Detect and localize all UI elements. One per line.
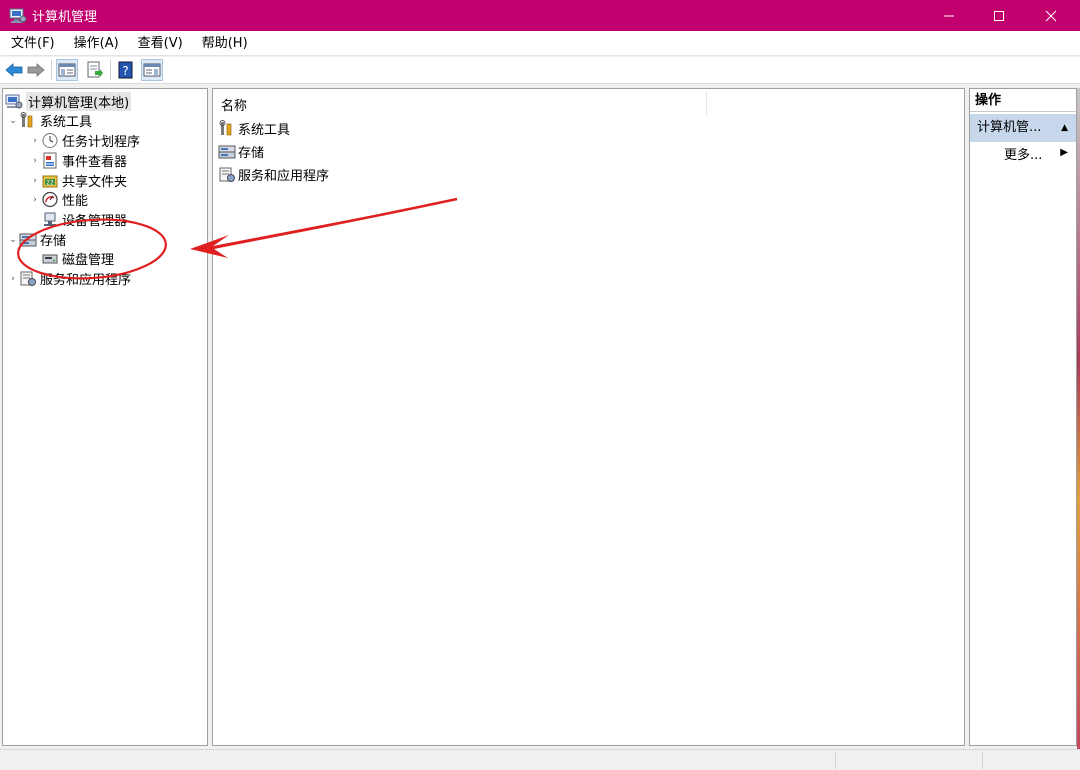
export-list-icon	[87, 61, 103, 78]
storage-icon	[218, 143, 236, 160]
tree-item-event-viewer[interactable]: › 事件查看器	[29, 151, 127, 170]
name-column-header[interactable]: 名称	[221, 95, 247, 114]
minimize-button[interactable]	[926, 0, 972, 31]
toolbar-separator	[51, 60, 52, 80]
maximize-button[interactable]	[976, 0, 1022, 31]
shared-folder-icon: 22	[41, 172, 59, 189]
storage-icon	[19, 231, 37, 248]
tree-pane[interactable]: 计算机管理(本地) ⌄ 系统工具 › 任务计划程序 › 事件查看器 › 22 共…	[2, 88, 208, 746]
device-manager-icon	[41, 211, 59, 228]
menu-view[interactable]: 查看(V)	[127, 31, 191, 56]
submenu-arrow-icon: ▶	[1060, 147, 1068, 158]
tree-item-performance[interactable]: › 性能	[29, 190, 88, 209]
chevron-right-icon[interactable]: ›	[29, 195, 41, 205]
tree-root[interactable]: 计算机管理(本地)	[5, 92, 132, 111]
computer-management-icon	[5, 93, 23, 110]
system-tools-icon	[218, 119, 236, 137]
more-actions-item[interactable]: 更多...	[1004, 146, 1042, 166]
menu-help[interactable]: 帮助(H)	[191, 31, 256, 56]
tree-item-services-applications[interactable]: › 服务和应用程序	[7, 269, 131, 288]
tree-item-label: 服务和应用程序	[40, 273, 132, 288]
disk-management-icon	[41, 250, 59, 267]
chevron-right-icon[interactable]: ›	[7, 274, 19, 284]
event-viewer-icon	[41, 152, 59, 169]
show-hide-tree-button[interactable]	[56, 59, 78, 81]
svg-text:?: ?	[122, 64, 128, 78]
tree-item-label: 计算机管理(本地)	[26, 92, 132, 111]
actions-pane: 操作 计算机管... ▲ 更多... ▶	[969, 88, 1077, 746]
properties-icon	[143, 63, 161, 77]
status-divider	[982, 752, 983, 769]
window-title: 计算机管理	[32, 10, 98, 25]
svg-text:22: 22	[46, 180, 54, 187]
list-item-label: 服务和应用程序	[238, 168, 330, 184]
actions-header: 操作	[970, 89, 1076, 112]
help-icon: ?	[118, 61, 133, 79]
tree-item-label: 存储	[40, 234, 67, 249]
tree-item-label: 性能	[62, 194, 89, 209]
forward-icon	[27, 63, 45, 77]
services-applications-icon	[218, 166, 236, 183]
close-icon	[1045, 10, 1057, 21]
tree-item-task-scheduler[interactable]: › 任务计划程序	[29, 131, 140, 150]
list-item[interactable]: 系统工具	[218, 118, 290, 138]
tree-item-label: 设备管理器	[62, 214, 128, 229]
tree-item-shared-folders[interactable]: › 22 共享文件夹	[29, 171, 127, 190]
forward-button[interactable]	[25, 59, 47, 81]
tree-item-label: 任务计划程序	[62, 135, 141, 150]
maximize-icon	[994, 10, 1004, 21]
tree-item-label: 系统工具	[40, 115, 93, 130]
chevron-right-icon[interactable]: ›	[29, 176, 41, 186]
help-button[interactable]: ?	[115, 59, 137, 81]
performance-icon	[41, 191, 59, 208]
back-button[interactable]	[3, 59, 25, 81]
back-icon	[5, 63, 23, 77]
actions-section-label: 计算机管...	[977, 120, 1042, 135]
chevron-right-icon[interactable]: ›	[29, 156, 41, 166]
tree-item-label: 共享文件夹	[62, 175, 128, 190]
system-tools-icon	[19, 112, 37, 129]
list-item[interactable]: 服务和应用程序	[218, 164, 329, 184]
tree-item-system-tools[interactable]: ⌄ 系统工具	[7, 111, 92, 130]
title-bar[interactable]: 计算机管理	[0, 0, 1080, 31]
properties-button[interactable]	[141, 59, 163, 81]
status-bar	[0, 749, 1080, 770]
list-item[interactable]: 存储	[218, 141, 264, 161]
list-item-label: 存储	[238, 145, 265, 161]
chevron-down-icon[interactable]: ⌄	[7, 235, 19, 245]
minimize-icon	[944, 15, 954, 16]
tree-item-label: 事件查看器	[62, 155, 128, 170]
menu-action[interactable]: 操作(A)	[63, 31, 127, 56]
clock-icon	[41, 132, 59, 149]
toolbar: ?	[0, 57, 1080, 84]
menu-file[interactable]: 文件(F)	[0, 31, 63, 56]
computer-management-icon	[9, 7, 27, 24]
tree-item-device-manager[interactable]: 设备管理器	[41, 210, 127, 229]
services-applications-icon	[19, 270, 37, 287]
close-button[interactable]	[1028, 0, 1074, 31]
toolbar-separator	[110, 60, 111, 80]
tree-item-disk-management[interactable]: 磁盘管理	[41, 249, 114, 268]
actions-section-header[interactable]: 计算机管... ▲	[970, 114, 1076, 142]
show-hide-tree-icon	[58, 63, 76, 77]
export-list-button[interactable]	[84, 59, 106, 81]
tree-item-storage[interactable]: ⌄ 存储	[7, 230, 66, 249]
content-pane[interactable]: 名称 系统工具 存储 服务和应用程序	[212, 88, 965, 746]
menu-bar: 文件(F) 操作(A) 查看(V) 帮助(H)	[0, 31, 1080, 56]
column-divider[interactable]	[706, 91, 707, 115]
tree-item-label: 磁盘管理	[62, 253, 115, 268]
list-item-label: 系统工具	[238, 122, 291, 138]
chevron-down-icon[interactable]: ⌄	[7, 116, 19, 126]
status-divider	[835, 752, 836, 769]
collapse-up-icon[interactable]: ▲	[1061, 114, 1068, 142]
chevron-right-icon[interactable]: ›	[29, 136, 41, 146]
